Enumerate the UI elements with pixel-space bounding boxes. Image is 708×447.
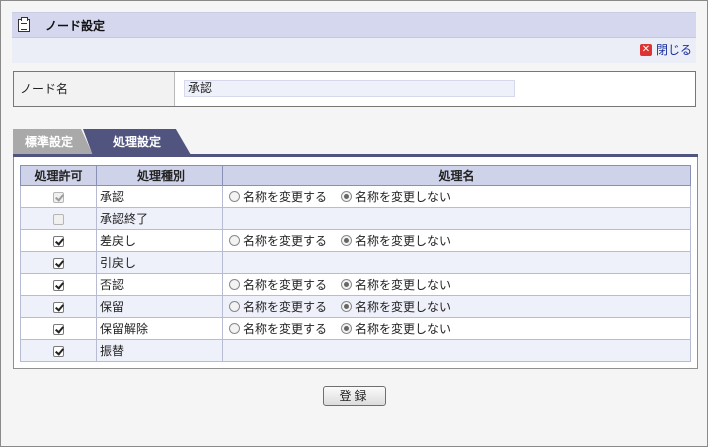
keep-name-option[interactable]: 名称を変更しない	[341, 276, 451, 293]
radio-button[interactable]	[341, 301, 353, 312]
radio-label: 名称を変更しない	[355, 278, 452, 292]
close-label: 閉じる	[655, 43, 692, 57]
permission-checkbox[interactable]	[53, 301, 64, 313]
process-kind-cell: 保留解除	[96, 317, 223, 340]
process-kind-cell: 振替	[96, 339, 223, 362]
tab-bar: 標準設定 処理設定	[13, 129, 698, 155]
process-name-cell: 名称を変更する 名称を変更しない	[222, 273, 691, 296]
tab-standard-settings[interactable]: 標準設定	[13, 129, 93, 155]
node-name-panel: ノード名 承認	[13, 71, 696, 107]
radio-label: 名称を変更する	[243, 300, 328, 314]
radio-label: 名称を変更しない	[355, 300, 452, 314]
keep-name-option[interactable]: 名称を変更しない	[341, 188, 451, 205]
permission-checkbox	[53, 191, 64, 203]
permission-cell	[20, 295, 97, 318]
table-row: 否認 名称を変更する 名称を変更しない	[20, 273, 691, 296]
process-kind-cell: 承認	[96, 185, 223, 208]
process-kind-cell: 否認	[96, 273, 223, 296]
process-name-cell: 名称を変更する 名称を変更しない	[222, 229, 691, 252]
tab-process-settings[interactable]: 処理設定	[83, 129, 191, 155]
radio-button[interactable]	[229, 323, 240, 334]
radio-button[interactable]	[341, 235, 353, 246]
clipboard-icon	[18, 16, 30, 32]
table-row: 承認終了	[20, 207, 691, 230]
permission-checkbox[interactable]	[53, 345, 64, 357]
radio-button[interactable]	[341, 323, 353, 334]
radio-label: 名称を変更する	[243, 322, 328, 336]
register-button[interactable]: 登録	[323, 386, 386, 406]
table-row: 保留解除 名称を変更する 名称を変更しない	[20, 317, 691, 340]
permission-checkbox[interactable]	[53, 323, 64, 335]
name-option-group: 名称を変更する 名称を変更しない	[223, 232, 690, 249]
title-header: ノード設定	[12, 13, 696, 38]
process-name-cell	[222, 251, 691, 274]
window-frame: ノード設定 ✕ 閉じる ノード名 承認 標準設定 処理設定 処理許可 処理種別 …	[0, 0, 708, 447]
name-option-group: 名称を変更する 名称を変更しない	[223, 320, 690, 337]
process-kind-cell: 引戻し	[96, 251, 223, 274]
table-row: 引戻し	[20, 251, 691, 274]
name-option-group: 名称を変更する 名称を変更しない	[223, 188, 690, 205]
process-name-cell	[222, 339, 691, 362]
radio-label: 名称を変更する	[243, 190, 328, 204]
node-name-label: ノード名	[14, 72, 175, 106]
radio-label: 名称を変更しない	[355, 234, 452, 248]
permission-cell	[20, 185, 97, 208]
permission-cell	[20, 251, 97, 274]
name-option-group: 名称を変更する 名称を変更しない	[223, 276, 690, 293]
process-settings-panel: 処理許可 処理種別 処理名 承認 名称を変更する 名称を変更しない 承認終了 差戻し 名称…	[13, 157, 698, 369]
process-kind-cell: 保留	[96, 295, 223, 318]
title-bar: ノード設定 ✕ 閉じる	[12, 12, 696, 63]
radio-button[interactable]	[229, 235, 240, 246]
permission-checkbox[interactable]	[53, 279, 64, 291]
keep-name-option[interactable]: 名称を変更しない	[341, 320, 451, 337]
radio-button[interactable]	[229, 301, 240, 312]
permission-cell	[20, 229, 97, 252]
permission-checkbox	[53, 213, 64, 225]
keep-name-option[interactable]: 名称を変更しない	[341, 232, 451, 249]
rename-option[interactable]: 名称を変更する	[229, 276, 327, 293]
table-header-row: 処理許可 処理種別 処理名	[20, 165, 691, 186]
table-row: 保留 名称を変更する 名称を変更しない	[20, 295, 691, 318]
close-button[interactable]: ✕ 閉じる	[639, 41, 692, 58]
radio-button[interactable]	[229, 191, 240, 202]
rename-option[interactable]: 名称を変更する	[229, 298, 327, 315]
process-name-cell: 名称を変更する 名称を変更しない	[222, 317, 691, 340]
rename-option[interactable]: 名称を変更する	[229, 188, 327, 205]
node-name-field[interactable]: 承認	[184, 80, 515, 97]
radio-label: 名称を変更する	[243, 278, 328, 292]
permission-checkbox[interactable]	[53, 257, 64, 269]
table-row: 差戻し 名称を変更する 名称を変更しない	[20, 229, 691, 252]
radio-button[interactable]	[229, 279, 240, 290]
column-header-permission: 処理許可	[20, 165, 97, 186]
process-name-cell	[222, 207, 691, 230]
process-kind-cell: 承認終了	[96, 207, 223, 230]
keep-name-option[interactable]: 名称を変更しない	[341, 298, 451, 315]
permission-cell	[20, 273, 97, 296]
permission-cell	[20, 339, 97, 362]
rename-option[interactable]: 名称を変更する	[229, 320, 327, 337]
table-row: 振替	[20, 339, 691, 362]
permission-checkbox[interactable]	[53, 235, 64, 247]
process-kind-cell: 差戻し	[96, 229, 223, 252]
close-x-icon: ✕	[639, 43, 652, 56]
column-header-name: 処理名	[222, 165, 691, 186]
process-table: 処理許可 処理種別 処理名 承認 名称を変更する 名称を変更しない 承認終了 差戻し 名称…	[20, 165, 691, 362]
radio-label: 名称を変更する	[243, 234, 328, 248]
process-name-cell: 名称を変更する 名称を変更しない	[222, 185, 691, 208]
table-row: 承認 名称を変更する 名称を変更しない	[20, 185, 691, 208]
rename-option[interactable]: 名称を変更する	[229, 232, 327, 249]
name-option-group: 名称を変更する 名称を変更しない	[223, 298, 690, 315]
radio-button[interactable]	[341, 191, 353, 202]
process-name-cell: 名称を変更する 名称を変更しない	[222, 295, 691, 318]
permission-cell	[20, 207, 97, 230]
page-title: ノード設定	[45, 18, 106, 33]
permission-cell	[20, 317, 97, 340]
radio-label: 名称を変更しない	[355, 190, 452, 204]
radio-button[interactable]	[341, 279, 353, 290]
column-header-kind: 処理種別	[96, 165, 223, 186]
radio-label: 名称を変更しない	[355, 322, 452, 336]
